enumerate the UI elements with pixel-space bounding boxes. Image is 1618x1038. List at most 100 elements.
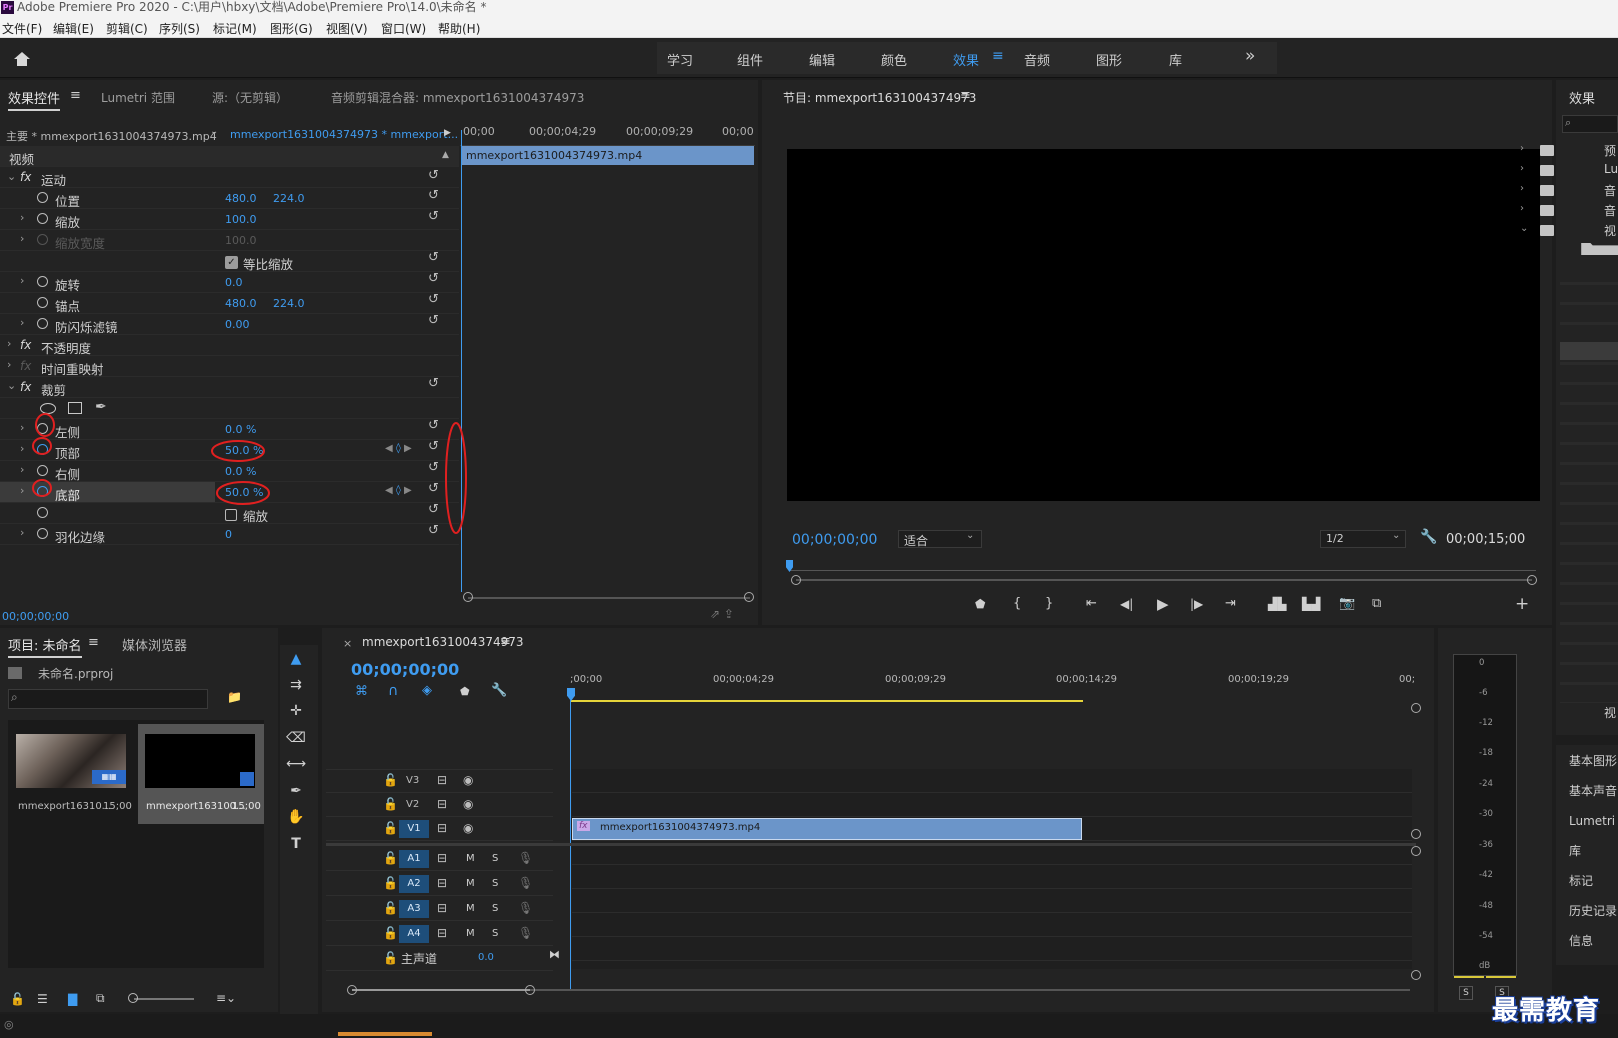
eye-icon[interactable]: ◉ [463,797,473,811]
timeline-vscroll-top[interactable] [1411,703,1421,713]
lock-icon[interactable]: 🔓 [383,851,398,865]
timeline-vscroll-mid[interactable] [1411,829,1421,839]
panel-essential-sound[interactable]: 基本声音 [1569,782,1617,799]
effects-item-presets[interactable]: 预 [1604,142,1616,159]
timeline-vscroll-mid2[interactable] [1411,846,1421,856]
solo-button[interactable]: S [492,878,498,889]
program-scroll-track[interactable] [796,579,1532,581]
lock-icon[interactable]: 🔓 [383,773,398,787]
add-marker-icon[interactable]: ⬟ [460,685,470,698]
workspace-graphics[interactable]: 图形 [1096,50,1122,69]
track-a3-target[interactable]: A3 [399,900,429,918]
project-item-2-thumb[interactable] [145,734,255,788]
chevron-right-icon[interactable]: › [1520,183,1524,194]
track-divider[interactable] [326,843,1416,846]
go-to-out-icon[interactable]: ⇥ [1225,596,1236,611]
razor-tool-icon[interactable]: ⌫ [285,727,307,749]
microphone-icon[interactable]: 🎙 [518,926,533,940]
chevron-down-icon[interactable]: ⌄ [1520,223,1528,234]
icon-view-icon[interactable]: ▇ [68,992,77,1006]
hand-tool-icon[interactable]: ✋ [285,806,307,828]
panel-libraries[interactable]: 库 [1569,842,1581,859]
project-item-1-name[interactable]: mmexport16310... [18,801,111,812]
workspace-audio[interactable]: 音频 [1024,50,1050,69]
effects-item-audio-effects[interactable]: 音 [1604,182,1616,199]
workspace-more[interactable]: » [1245,46,1255,66]
workspace-editing[interactable]: 编辑 [809,50,835,69]
step-back-icon[interactable]: ◀| [1120,597,1133,611]
panel-essential-graphics[interactable]: 基本图形 [1569,752,1617,769]
play-icon[interactable]: ▶ [1157,595,1169,613]
pen-tool-icon[interactable]: ✒ [285,780,307,802]
ec-footer-icons[interactable]: ⇗ ⇪ [710,607,734,621]
workspace-effects[interactable]: 效果 [953,50,979,69]
selection-tool-icon[interactable]: ▲ [285,648,307,670]
step-forward-icon[interactable]: |▶ [1190,597,1203,611]
program-ruler[interactable] [790,561,1536,571]
ec-timecode[interactable]: 00;00;00;00 [2,610,69,623]
microphone-icon[interactable]: 🎙 [518,876,533,890]
workspace-libraries[interactable]: 库 [1169,50,1182,69]
solo-button[interactable]: S [492,853,498,864]
master-track-end-icon[interactable]: ⧓ [549,948,560,961]
lock-icon[interactable]: 🔓 [383,797,398,811]
ec-scrollbar-track[interactable] [468,597,750,599]
timeline-hscroll-left[interactable] [347,985,357,995]
panel-lumetri-color[interactable]: Lumetri 颜色 [1569,812,1618,829]
timeline-track-area[interactable] [572,769,1412,969]
toggle-sync-icon[interactable]: ⊟ [437,851,447,865]
sort-icon[interactable]: ≡⌄ [216,991,236,1005]
effects-panel-title[interactable]: 效果 [1569,88,1595,107]
eye-icon[interactable]: ◉ [463,821,473,835]
program-scroll-handle-right[interactable] [1527,575,1537,585]
eye-icon[interactable]: ◉ [463,773,473,787]
toggle-sync-icon[interactable]: ⊟ [437,926,447,940]
program-monitor-title[interactable]: 节目: mmexport1631004374973 [783,89,976,106]
timeline-hscroll-thumb[interactable] [352,989,530,991]
wrench-icon[interactable]: 🔧 [1420,529,1437,545]
timeline-vscroll-bottom[interactable] [1411,970,1421,980]
timeline-timecode[interactable]: 00;00;00;00 [351,660,459,679]
zoom-slider[interactable] [134,998,194,1000]
workspace-color[interactable]: 颜色 [881,50,907,69]
chevron-right-icon[interactable]: › [1520,163,1524,174]
effects-item-lumetri[interactable]: Lu [1604,162,1618,176]
new-bin-icon[interactable]: 📁 [227,690,242,704]
solo-button[interactable]: S [492,928,498,939]
toggle-sync-icon[interactable]: ⊟ [437,797,447,811]
solo-button[interactable]: S [492,903,498,914]
program-timecode[interactable]: 00;00;00;00 [792,532,877,548]
project-search-input[interactable] [8,689,208,709]
add-marker-icon[interactable]: ⬟ [975,597,985,611]
close-icon[interactable]: × [343,637,352,650]
mark-out-icon[interactable]: } [1045,596,1053,611]
panel-menu-icon[interactable]: ≡ [960,88,971,103]
track-a2-target[interactable]: A2 [399,875,429,893]
tab-menu-icon[interactable]: ≡ [88,635,99,650]
work-area-bar[interactable] [571,700,1083,702]
tab-media-browser[interactable]: 媒体浏览器 [122,635,187,654]
lock-icon[interactable]: 🔓 [383,926,398,940]
lock-icon[interactable]: 🔓 [383,901,398,915]
slip-tool-icon[interactable]: ⟷ [285,753,307,775]
wrench-icon[interactable]: 🔧 [491,683,507,698]
mark-in-icon[interactable]: { [1013,596,1021,611]
track-v3-label[interactable]: V3 [406,775,419,786]
toggle-sync-icon[interactable]: ⊟ [437,901,447,915]
effects-item-video-effects[interactable]: 视 [1604,222,1616,239]
lock-icon[interactable]: 🔓 [383,876,398,890]
extract-icon[interactable]: ▙▟ [1302,597,1320,611]
ec-scroll-handle-right[interactable] [744,592,754,602]
add-button-icon[interactable]: + [1515,594,1529,614]
panel-markers[interactable]: 标记 [1569,872,1593,889]
meter-solo-left[interactable]: S [1459,986,1473,1000]
camera-icon[interactable]: 📷 [1339,596,1355,611]
microphone-icon[interactable]: 🎙 [518,851,533,865]
lock-icon[interactable]: 🔓 [383,821,398,835]
track-select-tool-icon[interactable]: ⇉ [285,674,307,696]
mute-button[interactable]: M [466,878,475,889]
track-v2-label[interactable]: V2 [406,799,419,810]
program-scroll-handle-left[interactable] [791,575,801,585]
workspace-menu-icon[interactable]: ≡ [992,48,1004,64]
timeline-hscroll-right[interactable] [525,985,535,995]
